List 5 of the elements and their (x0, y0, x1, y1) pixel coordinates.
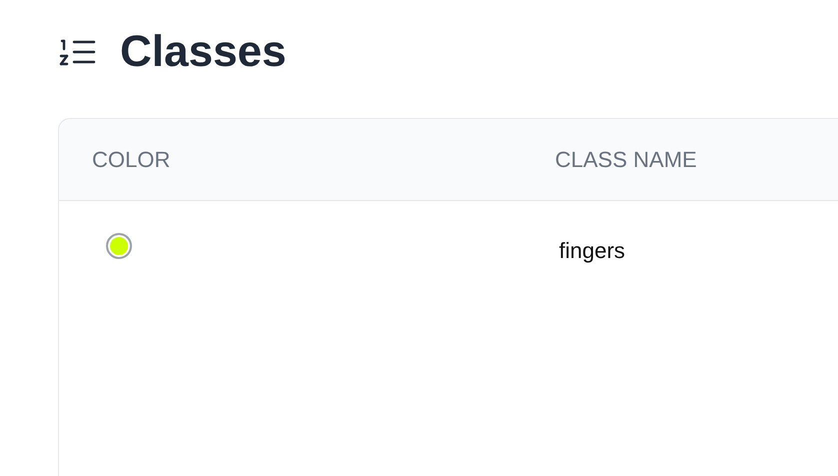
class-name-cell: fingers (559, 238, 626, 262)
column-header: COLOR (92, 147, 170, 172)
column-header: CLASS NAME (555, 147, 697, 172)
numbered-list-icon (58, 37, 96, 67)
page-title: Classes (120, 30, 286, 74)
